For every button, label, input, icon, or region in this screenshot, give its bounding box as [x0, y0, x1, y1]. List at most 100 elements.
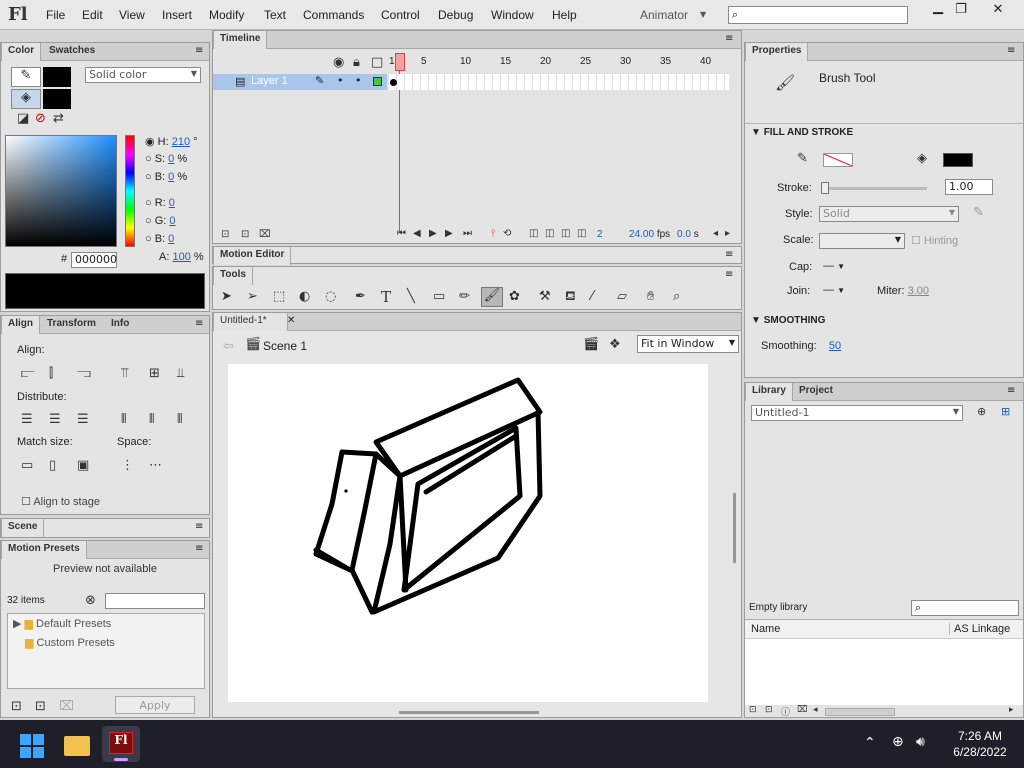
tab-properties[interactable]: Properties	[745, 43, 809, 61]
tab-library[interactable]: Library	[745, 383, 793, 401]
properties-icon[interactable]: ⓘ	[781, 705, 790, 718]
horizontal-scrollbar[interactable]	[399, 711, 539, 714]
chevron-down-icon[interactable]: ▼	[700, 10, 706, 19]
align-right-icon[interactable]: ⫎	[77, 366, 91, 381]
g-value[interactable]: 0	[169, 215, 175, 227]
panel-menu-icon[interactable]: ≡	[195, 45, 203, 56]
edit-scene-icon[interactable]: 🎬︎	[583, 337, 600, 352]
first-frame-icon[interactable]: ⏮	[397, 228, 406, 239]
new-library-panel-icon[interactable]: ⊞	[1001, 405, 1010, 418]
last-frame-icon[interactable]: ⏭	[463, 228, 472, 239]
tab-document[interactable]: Untitled-1*	[213, 313, 288, 331]
stroke-color-picker[interactable]	[823, 153, 853, 167]
playhead-handle[interactable]	[395, 53, 405, 71]
color-type-select[interactable]: Solid color ▼	[85, 67, 201, 83]
library-h-scrollbar[interactable]	[825, 708, 895, 716]
space-vertical-icon[interactable]: ⋮	[121, 458, 134, 473]
distribute-left-icon[interactable]: ⫴	[121, 412, 126, 427]
menu-text[interactable]: Text	[264, 8, 286, 22]
paint-bucket-icon[interactable]: ⛾	[565, 289, 576, 306]
col-linkage[interactable]: AS Linkage	[949, 623, 1010, 635]
bl-value[interactable]: 0	[168, 233, 174, 245]
pen-tool-icon[interactable]: ✒	[355, 289, 366, 304]
tab-motion-editor[interactable]: Motion Editor	[213, 247, 292, 265]
color-picker-field[interactable]	[5, 135, 117, 247]
tab-swatches[interactable]: Swatches	[43, 43, 101, 61]
chevron-up-icon[interactable]: ⌃	[864, 735, 876, 751]
panel-menu-icon[interactable]: ≡	[1007, 385, 1015, 396]
scale-select[interactable]: ▼	[819, 233, 905, 249]
scroll-left-icon[interactable]: ◂	[813, 705, 818, 715]
panel-menu-icon[interactable]: ≡	[725, 249, 733, 260]
tab-align[interactable]: Align	[1, 316, 40, 334]
join-select[interactable]: — ▼	[823, 284, 845, 296]
restore-button[interactable]: ❐	[945, 2, 977, 20]
preset-search-input[interactable]	[105, 593, 205, 609]
deco-tool-icon[interactable]: ✿	[509, 289, 520, 304]
library-search-input[interactable]: ⌕	[911, 600, 1019, 616]
distribute-bottom-icon[interactable]: ☰	[77, 412, 89, 427]
menu-control[interactable]: Control	[381, 8, 420, 22]
style-select[interactable]: Solid ▼	[819, 206, 959, 222]
speaker-icon[interactable]: 🔊︎	[916, 734, 925, 750]
edit-symbols-icon[interactable]: ❖	[609, 337, 621, 352]
match-width-icon[interactable]: ▭	[21, 458, 33, 473]
hinting-checkbox[interactable]: ☐ Hinting	[911, 234, 958, 247]
clock-date[interactable]: 6/28/2022	[944, 745, 1016, 759]
stroke-color-swatch[interactable]	[43, 67, 71, 87]
menu-commands[interactable]: Commands	[303, 8, 364, 22]
search-input[interactable]: ⌕	[728, 6, 908, 24]
tab-info[interactable]: Info	[105, 316, 135, 334]
panel-menu-icon[interactable]: ≡	[725, 269, 733, 280]
step-back-icon[interactable]: ◀	[413, 228, 421, 239]
scroll-left-icon[interactable]: ◂	[713, 228, 718, 239]
onion-outline-icon[interactable]: ◫	[545, 228, 554, 239]
distribute-hcenter-icon[interactable]: ⫴	[149, 412, 154, 427]
rectangle-tool-icon[interactable]: ▭	[433, 289, 445, 304]
new-folder-icon[interactable]: ⊡	[35, 699, 46, 714]
match-height-icon[interactable]: ▯	[49, 458, 56, 473]
scroll-right-icon[interactable]: ▸	[725, 228, 730, 239]
panel-menu-icon[interactable]: ≡	[195, 521, 203, 532]
tab-tools[interactable]: Tools	[213, 267, 253, 285]
new-layer-icon[interactable]: ⊡	[221, 229, 229, 240]
zoom-select[interactable]: Fit in Window ▼	[637, 335, 739, 353]
edit-multiple-icon[interactable]: ◫	[561, 228, 570, 239]
new-folder-icon[interactable]: ⊡	[241, 229, 249, 240]
subselection-tool-icon[interactable]: ➢	[247, 289, 258, 304]
clock-time[interactable]: 7:26 AM	[948, 729, 1012, 743]
close-tab-icon[interactable]: ✕	[287, 315, 295, 326]
stroke-slider-track[interactable]	[823, 187, 927, 190]
fill-color-icon[interactable]: ◈	[11, 89, 41, 109]
apply-button[interactable]: Apply	[115, 696, 195, 714]
file-explorer-icon[interactable]	[64, 736, 90, 756]
lock-icon[interactable]: 🔒︎	[353, 55, 360, 70]
hex-input[interactable]: 000000	[71, 252, 117, 268]
align-to-stage-checkbox[interactable]: ☐ Align to stage	[21, 495, 100, 508]
eyedropper-icon[interactable]: ⁄	[591, 289, 593, 304]
fill-stroke-section[interactable]: ▼ FILL AND STROKE	[751, 127, 853, 138]
menu-view[interactable]: View	[119, 8, 145, 22]
pencil-tool-icon[interactable]: ✏	[459, 289, 470, 304]
delete-icon[interactable]: ⌧	[797, 705, 807, 715]
pin-library-icon[interactable]: ⊕	[977, 405, 986, 418]
trash-icon[interactable]: ⌧	[59, 699, 74, 714]
stage-canvas[interactable]	[228, 364, 708, 702]
distribute-top-icon[interactable]: ☰	[21, 412, 33, 427]
tab-motion-presets[interactable]: Motion Presets	[1, 541, 87, 559]
workspace-switcher[interactable]: Animator	[640, 8, 688, 22]
swap-colors-icon[interactable]: ⇄	[53, 111, 64, 126]
stroke-slider-thumb[interactable]	[821, 182, 829, 194]
tab-scene[interactable]: Scene	[1, 519, 45, 537]
current-frame[interactable]: 2	[597, 229, 603, 240]
lasso-tool-icon[interactable]: ◌	[325, 289, 336, 304]
panel-menu-icon[interactable]: ≡	[195, 318, 203, 329]
stroke-input[interactable]: 1.00	[945, 179, 993, 195]
new-symbol-icon[interactable]: ⊡	[749, 705, 757, 715]
zoom-tool-icon[interactable]: ⌕	[673, 289, 680, 304]
windows-start-icon[interactable]	[20, 734, 44, 758]
fps-value[interactable]: 24.00	[629, 229, 654, 240]
a-value[interactable]: 100	[172, 251, 190, 263]
3d-rotation-icon[interactable]: ◐	[299, 289, 310, 304]
flash-taskbar-button[interactable]: Fl	[102, 726, 140, 762]
